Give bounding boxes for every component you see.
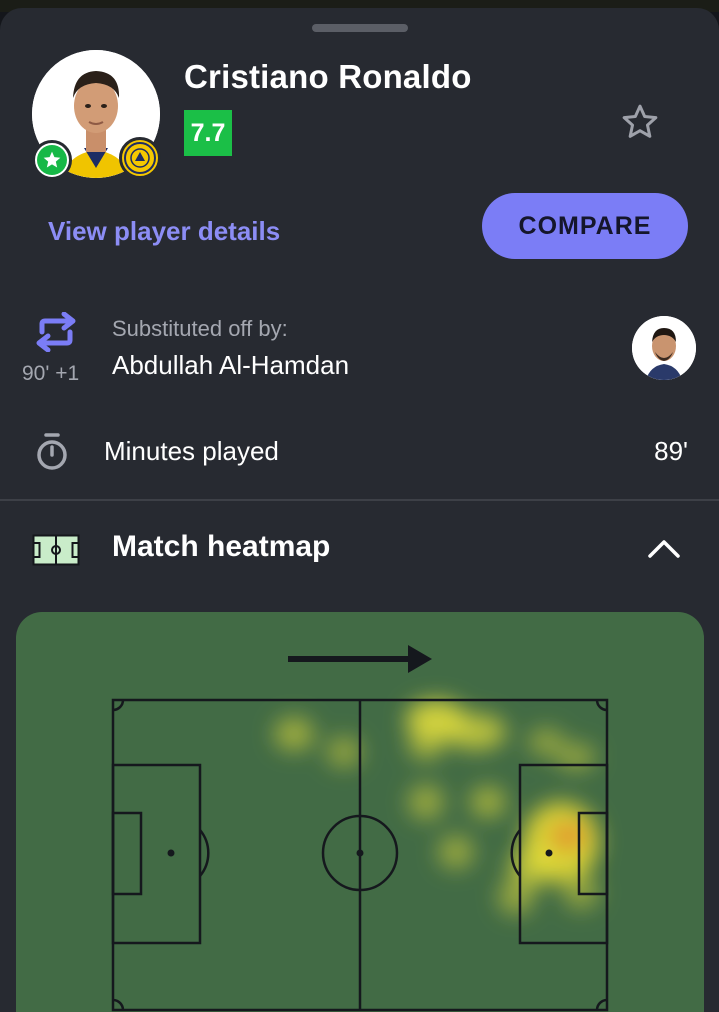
heatmap-pitch: [16, 612, 704, 1012]
arrow-right-icon: [288, 645, 432, 673]
chevron-up-icon: [648, 540, 680, 558]
rating-badge: 7.7: [184, 110, 232, 156]
player-name: Cristiano Ronaldo: [184, 58, 472, 95]
stopwatch-icon: [37, 433, 67, 470]
substitute-player-avatar[interactable]: [632, 316, 696, 380]
section-divider: [0, 499, 719, 501]
view-player-details-link[interactable]: View player details: [48, 216, 280, 247]
swap-arrows-icon: [36, 312, 76, 352]
player-of-match-badge: [32, 140, 72, 180]
star-filled-icon: [43, 151, 61, 168]
club-logo: [119, 137, 161, 179]
favorite-button[interactable]: [616, 98, 664, 146]
compare-button[interactable]: COMPARE: [482, 193, 688, 259]
pitch-icon: [32, 534, 80, 566]
substitution-minute: 90' +1: [22, 362, 80, 385]
drag-handle[interactable]: [312, 24, 408, 32]
minutes-played-value: 89': [654, 436, 688, 466]
minutes-played-label: Minutes played: [104, 436, 279, 466]
collapse-heatmap-button[interactable]: [640, 528, 688, 568]
heatmap-layer: [274, 700, 599, 915]
heatmap-title: Match heatmap: [112, 530, 331, 563]
star-outline-icon: [622, 104, 658, 138]
substitution-label: Substituted off by:: [112, 316, 288, 341]
substitute-player-name[interactable]: Abdullah Al-Hamdan: [112, 350, 349, 381]
